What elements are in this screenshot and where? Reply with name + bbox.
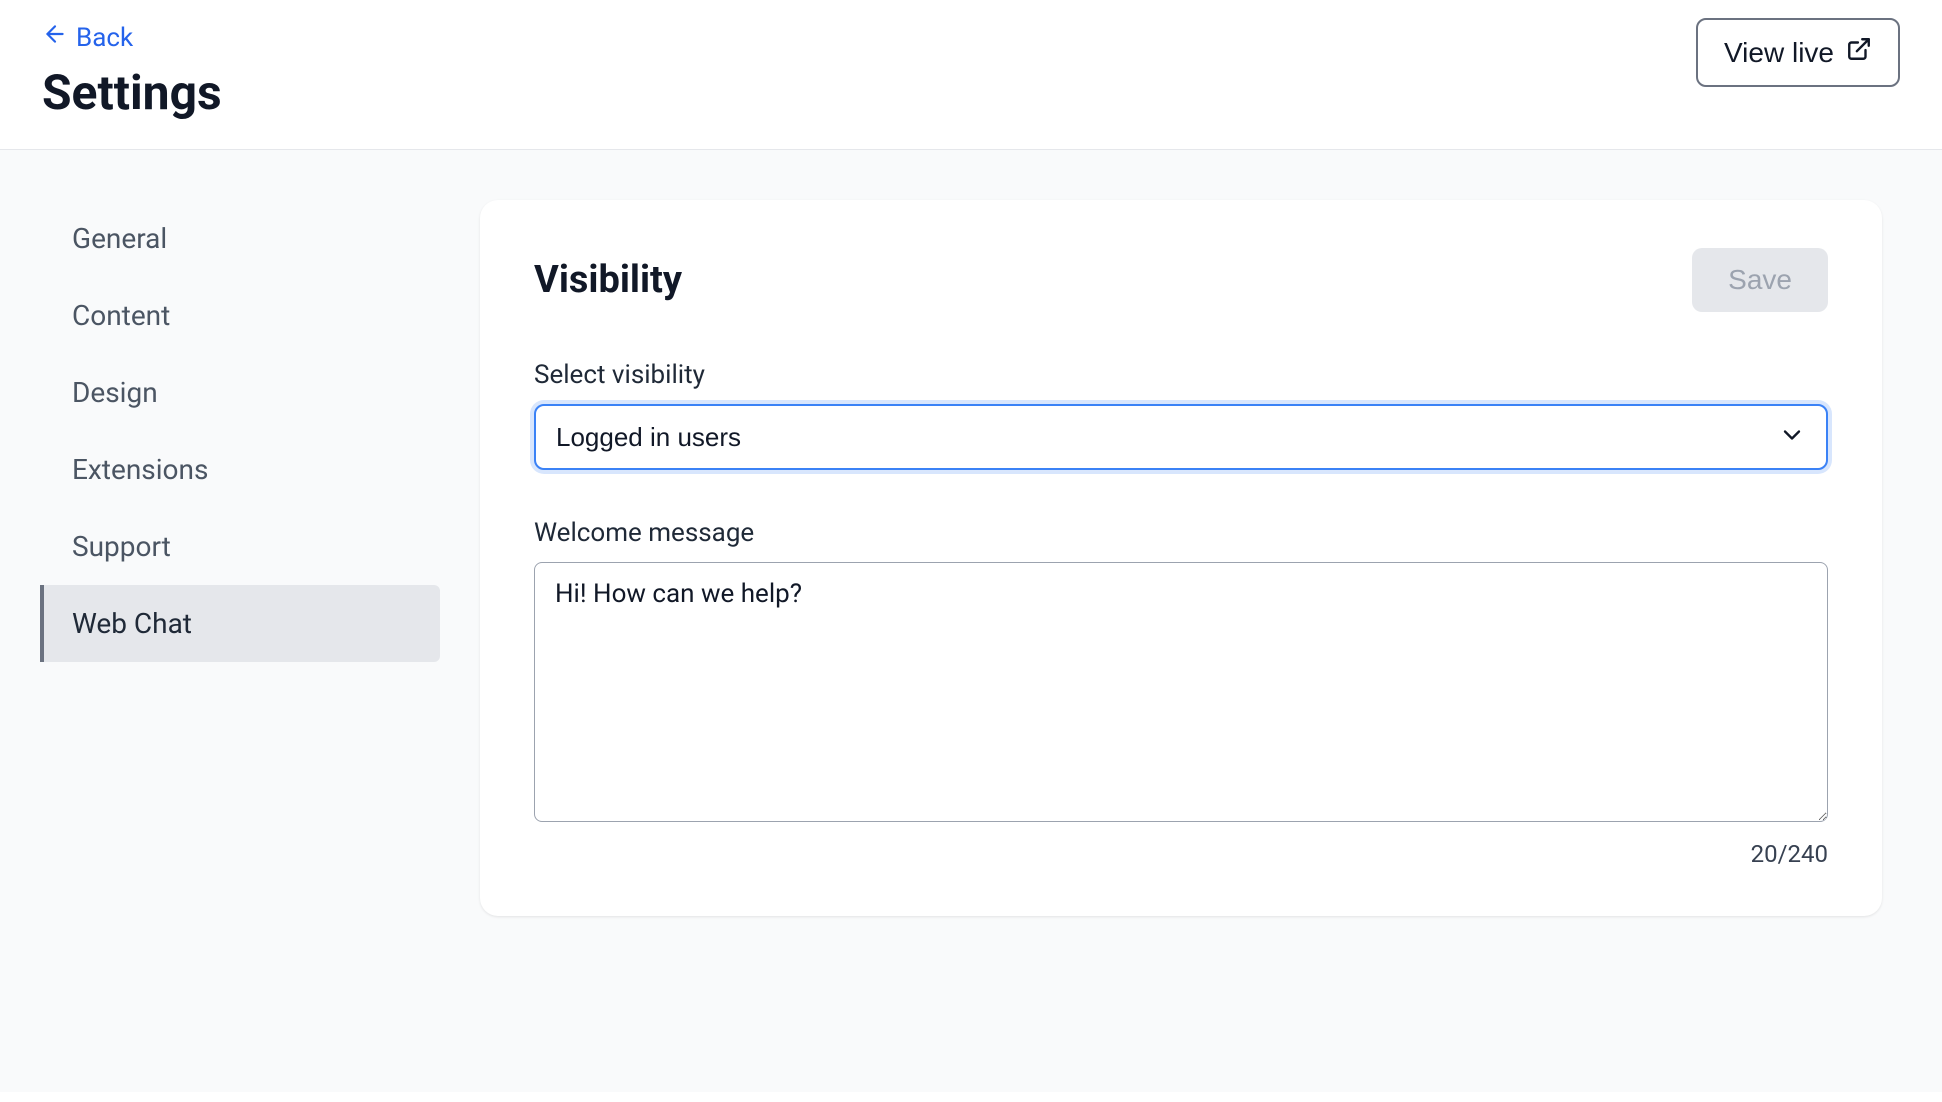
- sidebar-item-label: Extensions: [72, 453, 208, 486]
- visibility-select-wrapper: Logged in users: [534, 404, 1828, 470]
- header-left: Back Settings: [42, 21, 222, 121]
- sidebar-item-web-chat[interactable]: Web Chat: [40, 585, 440, 662]
- sidebar-item-design[interactable]: Design: [40, 354, 440, 431]
- welcome-label: Welcome message: [534, 518, 1828, 548]
- sidebar-item-label: Design: [72, 376, 158, 409]
- card-title: Visibility: [534, 258, 682, 302]
- back-link[interactable]: Back: [42, 21, 133, 54]
- save-button[interactable]: Save: [1692, 248, 1828, 312]
- char-counter: 20/240: [534, 840, 1828, 868]
- settings-sidebar: General Content Design Extensions Suppor…: [0, 200, 480, 1092]
- sidebar-item-general[interactable]: General: [40, 200, 440, 277]
- page-title: Settings: [42, 64, 222, 121]
- page-header: Back Settings View live: [0, 0, 1942, 150]
- sidebar-item-extensions[interactable]: Extensions: [40, 431, 440, 508]
- visibility-card: Visibility Save Select visibility Logged…: [480, 200, 1882, 916]
- visibility-field-group: Select visibility Logged in users: [534, 360, 1828, 470]
- sidebar-item-content[interactable]: Content: [40, 277, 440, 354]
- back-label: Back: [76, 23, 133, 53]
- sidebar-item-label: Support: [72, 530, 171, 563]
- welcome-textarea[interactable]: Hi! How can we help?: [534, 562, 1828, 822]
- arrow-left-icon: [42, 21, 68, 54]
- welcome-field-group: Welcome message Hi! How can we help? 20/…: [534, 518, 1828, 868]
- visibility-label: Select visibility: [534, 360, 1828, 390]
- view-live-button[interactable]: View live: [1696, 18, 1900, 87]
- sidebar-item-label: Content: [72, 299, 170, 332]
- content-area: General Content Design Extensions Suppor…: [0, 150, 1942, 1092]
- sidebar-item-label: Web Chat: [72, 607, 192, 640]
- sidebar-item-support[interactable]: Support: [40, 508, 440, 585]
- visibility-select[interactable]: Logged in users: [534, 404, 1828, 470]
- sidebar-item-label: General: [72, 222, 167, 255]
- card-header: Visibility Save: [534, 248, 1828, 312]
- external-link-icon: [1846, 36, 1872, 69]
- main-panel: Visibility Save Select visibility Logged…: [480, 200, 1942, 1092]
- view-live-label: View live: [1724, 37, 1834, 69]
